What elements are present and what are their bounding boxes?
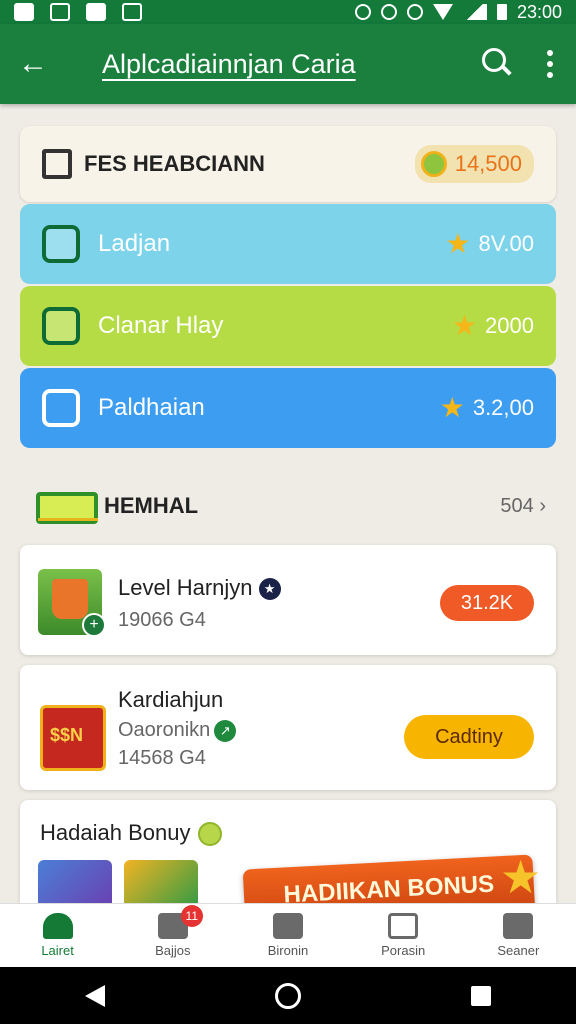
amount-value: 8V.00 xyxy=(478,231,534,256)
back-arrow-icon[interactable]: ← xyxy=(18,47,62,81)
item-points: 14568 G4 xyxy=(118,747,206,769)
app-bar: ← Alplcadiainnjan Caria xyxy=(0,24,576,104)
coin-icon xyxy=(420,151,447,177)
amount-value: 3.2,00 xyxy=(472,395,534,420)
system-navigation-bar xyxy=(0,967,576,1024)
section-logo-icon xyxy=(36,488,98,524)
card-label: Ladjan xyxy=(98,230,171,257)
system-recents-icon[interactable] xyxy=(471,985,491,1006)
item-subtitle: 19066 G4 xyxy=(118,609,206,631)
card-amount: ★ 2000 xyxy=(452,312,534,340)
chat-notification-icon xyxy=(86,3,106,21)
nav-item-home[interactable]: Lairet xyxy=(8,913,108,958)
card-label: Clanar Hlay xyxy=(98,312,224,339)
card-amount: ★ 8V.00 xyxy=(445,230,534,258)
item-subtitle: Oaoronikn ↗ xyxy=(118,719,237,742)
category-card-paldhaian[interactable]: Paldhaian ★ 3.2,00 xyxy=(20,368,556,448)
status-bar: 23:00 xyxy=(0,0,576,24)
search-icon[interactable] xyxy=(476,42,520,86)
category-card-clanar[interactable]: Clanar Hlay ★ 2000 xyxy=(20,286,556,366)
arrow-badge-icon: ↗ xyxy=(214,719,237,742)
card-label: FES HEABCIANN xyxy=(84,151,265,176)
box-icon xyxy=(388,913,419,939)
battery-icon xyxy=(496,4,507,20)
status-time: 23:00 xyxy=(516,1,562,22)
card-amount: ★ 3.2,00 xyxy=(440,394,534,422)
bag-icon xyxy=(42,225,80,263)
star-icon: ★ xyxy=(451,310,478,341)
nav-label: Seaner xyxy=(497,943,540,958)
nav-item-seaner[interactable]: Seaner xyxy=(468,913,568,958)
info-badge-icon xyxy=(198,822,223,847)
nav-item-bironin[interactable]: Bironin xyxy=(238,913,338,958)
star-icon: ★ xyxy=(445,228,471,259)
balance-card[interactable]: FES HEABCIANN 14,500 xyxy=(20,126,556,202)
claim-button[interactable]: 31.2K xyxy=(440,585,534,621)
nav-label: Bajjos xyxy=(155,943,191,958)
bluetooth-icon xyxy=(354,4,371,20)
list-item[interactable]: + Level Harnjyn ★ 19066 G4 31.2K xyxy=(20,545,556,655)
nav-item-bajjos[interactable]: 11 Bajjos xyxy=(123,905,223,958)
item-title: Level Harnjyn ★ xyxy=(118,575,281,601)
star-icon: ★ xyxy=(500,851,542,903)
action-button[interactable]: Cadtiny xyxy=(404,715,534,759)
wallet-icon xyxy=(42,149,72,179)
bottom-navigation: Lairet 11 Bajjos Bironin Porasin Seaner xyxy=(0,903,576,967)
system-back-icon[interactable] xyxy=(85,984,105,1007)
nav-item-porasin[interactable]: Porasin xyxy=(353,913,453,958)
shield-notification-icon xyxy=(50,3,70,21)
balance-amount-badge: 14,500 xyxy=(414,145,534,183)
system-home-icon[interactable] xyxy=(275,982,301,1009)
reward-thumbnail: + xyxy=(38,569,106,637)
signal-icon xyxy=(462,4,487,20)
section-title: HEMHAL xyxy=(104,493,199,518)
store-icon xyxy=(42,389,80,427)
app-notification-icon xyxy=(122,3,142,21)
amount-value: 2000 xyxy=(485,313,534,338)
app-title: Alplcadiainnjan Caria xyxy=(102,48,356,79)
item-title: Kardiahjun xyxy=(118,687,224,712)
image-notification-icon xyxy=(14,3,34,21)
card-label: Paldhaian xyxy=(98,394,205,421)
bonus-title: Hadaiah Bonuy xyxy=(40,820,223,847)
nav-label: Lairet xyxy=(41,943,74,958)
home-icon xyxy=(42,913,73,939)
notification-badge: 11 xyxy=(180,905,203,927)
profile-icon xyxy=(503,913,534,939)
group-icon xyxy=(272,913,303,939)
verified-icon: ★ xyxy=(258,578,281,601)
plus-icon: + xyxy=(82,613,106,637)
star-icon: ★ xyxy=(439,392,465,423)
nav-label: Porasin xyxy=(381,943,426,958)
category-card-ladjan[interactable]: Ladjan ★ 8V.00 xyxy=(20,204,556,284)
list-item[interactable]: $$N Kardiahjun Oaoronikn ↗ 14568 G4 Cadti… xyxy=(20,665,556,790)
amount-value: 14,500 xyxy=(454,151,522,176)
more-options-icon[interactable] xyxy=(542,50,558,78)
vibrate-icon xyxy=(406,4,423,20)
shield-leaf-icon xyxy=(42,307,80,345)
see-all-link[interactable]: 504 › xyxy=(500,495,546,518)
trophy-thumbnail: $$N xyxy=(38,687,106,771)
wifi-icon xyxy=(432,4,453,20)
alarm-icon xyxy=(380,4,397,20)
section-header: HEMHAL 504 › xyxy=(36,486,546,526)
nav-label: Bironin xyxy=(267,943,309,958)
